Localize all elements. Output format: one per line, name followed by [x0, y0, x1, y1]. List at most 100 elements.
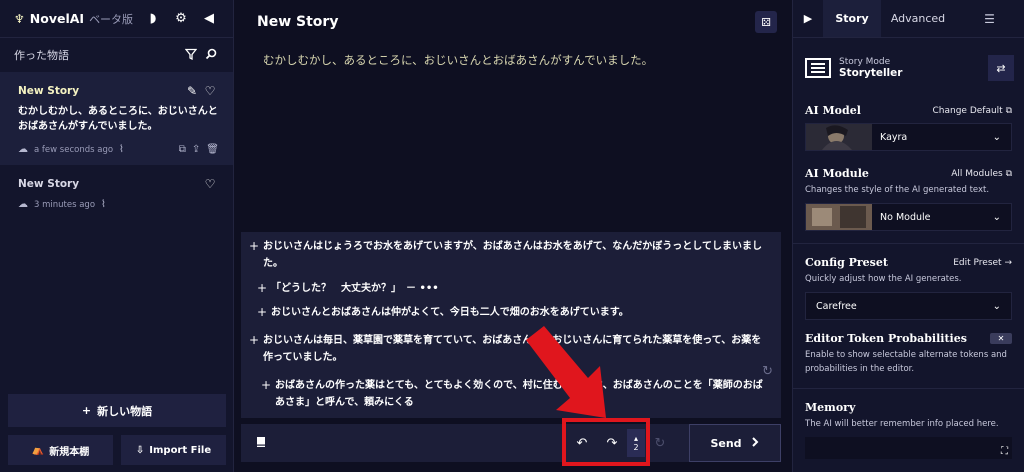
dice-icon[interactable]: ⚄ [755, 11, 777, 33]
suggestion-panel: + おじいさんはじょうろでお水をあげていますが、おばあさんはお水をあげて、なんだ… [241, 232, 781, 418]
bookshelf-icon: ⛺ [31, 444, 45, 456]
memory-desc: The AI will better remember info placed … [805, 419, 999, 429]
expand-icon[interactable]: ⛶ [1001, 446, 1008, 457]
settings-panel: ▶ Story Advanced ☰ Story Mode Storytelle… [792, 0, 1024, 472]
story-item-active[interactable]: New Story ✎ ♡ むかしむかし、あるところに、おじいさんとおばあさんが… [0, 72, 233, 165]
sliders-icon[interactable]: ☰ [955, 0, 1024, 37]
editor-header: New Story ⚄ [235, 0, 791, 44]
story-mode-value: Storyteller [839, 67, 903, 79]
editor-pane: New Story ⚄ むかしむかし、あるところに、おじいさんとおばあさんがすん… [235, 0, 791, 472]
favorite-heart-icon[interactable]: ♡ [201, 177, 219, 191]
story-list-title: 作った物語 [14, 49, 69, 62]
send-arrow-icon [750, 436, 760, 450]
new-folder-label: 新規本棚 [49, 446, 90, 458]
edit-preset-link[interactable]: Edit Preset → [953, 258, 1012, 268]
send-button[interactable]: Send [689, 424, 781, 462]
red-highlight-box [562, 418, 650, 466]
plus-icon: + [261, 378, 272, 392]
story-list-header: 作った物語 [0, 38, 233, 72]
ai-model-section: AI Model Change Default ⧉ Kayra ⌄ [793, 104, 1024, 151]
settings-tabs: ▶ Story Advanced ☰ [793, 0, 1024, 38]
import-icon: ⇩ [135, 444, 145, 456]
send-label: Send [710, 436, 742, 450]
token-probabilities-desc: Enable to show selectable alternate toke… [805, 350, 1007, 374]
export-icon[interactable]: ⇪ [192, 144, 200, 155]
story-text[interactable]: むかしむかし、あるところに、おじいさんとおばあさんがすんでいました。 [235, 44, 791, 76]
delete-trash-icon[interactable]: 🗑 [206, 144, 219, 155]
token-probabilities-title: Editor Token Probabilities [805, 332, 967, 345]
lorebook-icon[interactable] [241, 436, 281, 451]
duplicate-icon[interactable]: ⧉ [179, 144, 186, 155]
config-preset-title: Config Preset [805, 256, 888, 269]
story-timestamp: 3 minutes ago [34, 199, 96, 210]
refresh-suggestions-icon[interactable]: ↻ [762, 364, 773, 379]
red-arrow-annotation [526, 326, 606, 418]
tab-story[interactable]: Story [823, 0, 881, 37]
cloud-icon: ☁ [18, 144, 28, 155]
story-title: New Story [18, 85, 80, 97]
ai-module-title: AI Module [805, 167, 869, 180]
collapse-panel-icon[interactable]: ▶ [793, 0, 823, 37]
novelai-logo-icon: ♆ [14, 11, 25, 26]
chevron-down-icon: ⌄ [992, 131, 1001, 143]
plus-icon: + [257, 305, 268, 319]
filter-icon[interactable] [181, 48, 201, 63]
ai-module-value: No Module [880, 211, 931, 223]
all-modules-link[interactable]: All Modules ⧉ [951, 169, 1012, 179]
new-story-button[interactable]: + 新しい物語 [8, 394, 226, 427]
memory-input[interactable]: ⛶ [805, 437, 1012, 459]
ai-module-desc: Changes the style of the AI generated te… [805, 185, 990, 195]
story-sidebar: ♆ NovelAI ベータ版 ◗ ⚙ ◀ 作った物語 New Story ✎ ♡… [0, 0, 234, 472]
token-probabilities-section: Editor Token Probabilities ✕ Enable to s… [793, 332, 1024, 376]
plus-icon: + [81, 404, 92, 417]
paperclip-icon: ⌇ [101, 199, 106, 210]
config-preset-value: Carefree [816, 300, 857, 312]
beta-label: ベータ版 [89, 12, 134, 26]
settings-gear-icon[interactable]: ⚙ [167, 7, 195, 31]
story-mode-label: Story Mode [839, 57, 891, 67]
import-file-button[interactable]: ⇩ Import File [121, 435, 226, 465]
suggestion-item[interactable]: + 「どうした？ 大丈夫か？」 － ••• [257, 280, 751, 297]
favorite-heart-icon[interactable]: ♡ [201, 84, 219, 98]
story-title-heading[interactable]: New Story [257, 14, 755, 30]
config-preset-select[interactable]: Carefree ⌄ [805, 292, 1012, 320]
ai-module-select[interactable]: No Module ⌄ [805, 203, 1012, 231]
ai-model-select[interactable]: Kayra ⌄ [805, 123, 1012, 151]
edit-pencil-icon[interactable]: ✎ [183, 84, 201, 98]
new-folder-button[interactable]: ⛺ 新規本棚 [8, 435, 113, 465]
story-preview: むかしむかし、あるところに、おじいさんとおばあさんがすんでいました。 [18, 106, 218, 132]
memory-title: Memory [805, 401, 856, 414]
suggestion-item[interactable]: + おじいさんはじょうろでお水をあげていますが、おばあさんはお水をあげて、なんだ… [249, 238, 763, 272]
story-mode: Story Mode Storyteller ⇄ [793, 38, 1024, 86]
import-file-label: Import File [149, 444, 212, 456]
change-default-link[interactable]: Change Default ⧉ [933, 106, 1013, 116]
suggestion-item[interactable]: + おじいさんとおばあさんは仲がよくて、今日も二人で畑のお水をあげています。 [257, 304, 751, 321]
switch-mode-icon[interactable]: ⇄ [988, 55, 1014, 81]
sidebar-topbar: ♆ NovelAI ベータ版 ◗ ⚙ ◀ [0, 0, 233, 38]
story-item[interactable]: New Story ♡ ☁ 3 minutes ago ⌇ [0, 165, 233, 220]
token-probabilities-toggle[interactable]: ✕ [990, 333, 1012, 344]
plus-icon: + [257, 281, 268, 295]
editor-toolbar: ↶ ↷ ▴ 2 ↻ Send [241, 424, 781, 462]
divider [793, 243, 1024, 244]
story-timestamp: a few seconds ago [34, 144, 114, 155]
plus-icon: + [249, 333, 260, 347]
config-preset-section: Config Preset Edit Preset → Quickly adju… [793, 256, 1024, 320]
app-name: NovelAI [29, 11, 85, 26]
theme-icon[interactable]: ◗ [139, 7, 167, 31]
search-icon[interactable] [201, 48, 221, 63]
ai-model-title: AI Model [805, 104, 861, 117]
story-title: New Story [18, 178, 80, 190]
model-avatar-icon [806, 124, 872, 150]
brand: ♆ NovelAI ベータ版 [14, 11, 139, 27]
memory-section: Memory The AI will better remember info … [793, 401, 1024, 431]
divider [793, 388, 1024, 389]
ai-module-section: AI Module All Modules ⧉ Changes the styl… [793, 167, 1024, 231]
collapse-sidebar-icon[interactable]: ◀ [195, 7, 223, 31]
suggestion-item[interactable]: + おじいさんは毎日、薬草園で薬草を育てていて、おばあさんは、おじいさんに育てら… [249, 332, 763, 366]
storyteller-icon [805, 58, 831, 78]
plus-icon: + [249, 239, 260, 253]
module-thumbnail-icon [806, 204, 872, 230]
paperclip-icon: ⌇ [119, 144, 124, 155]
tab-advanced[interactable]: Advanced [881, 0, 955, 37]
